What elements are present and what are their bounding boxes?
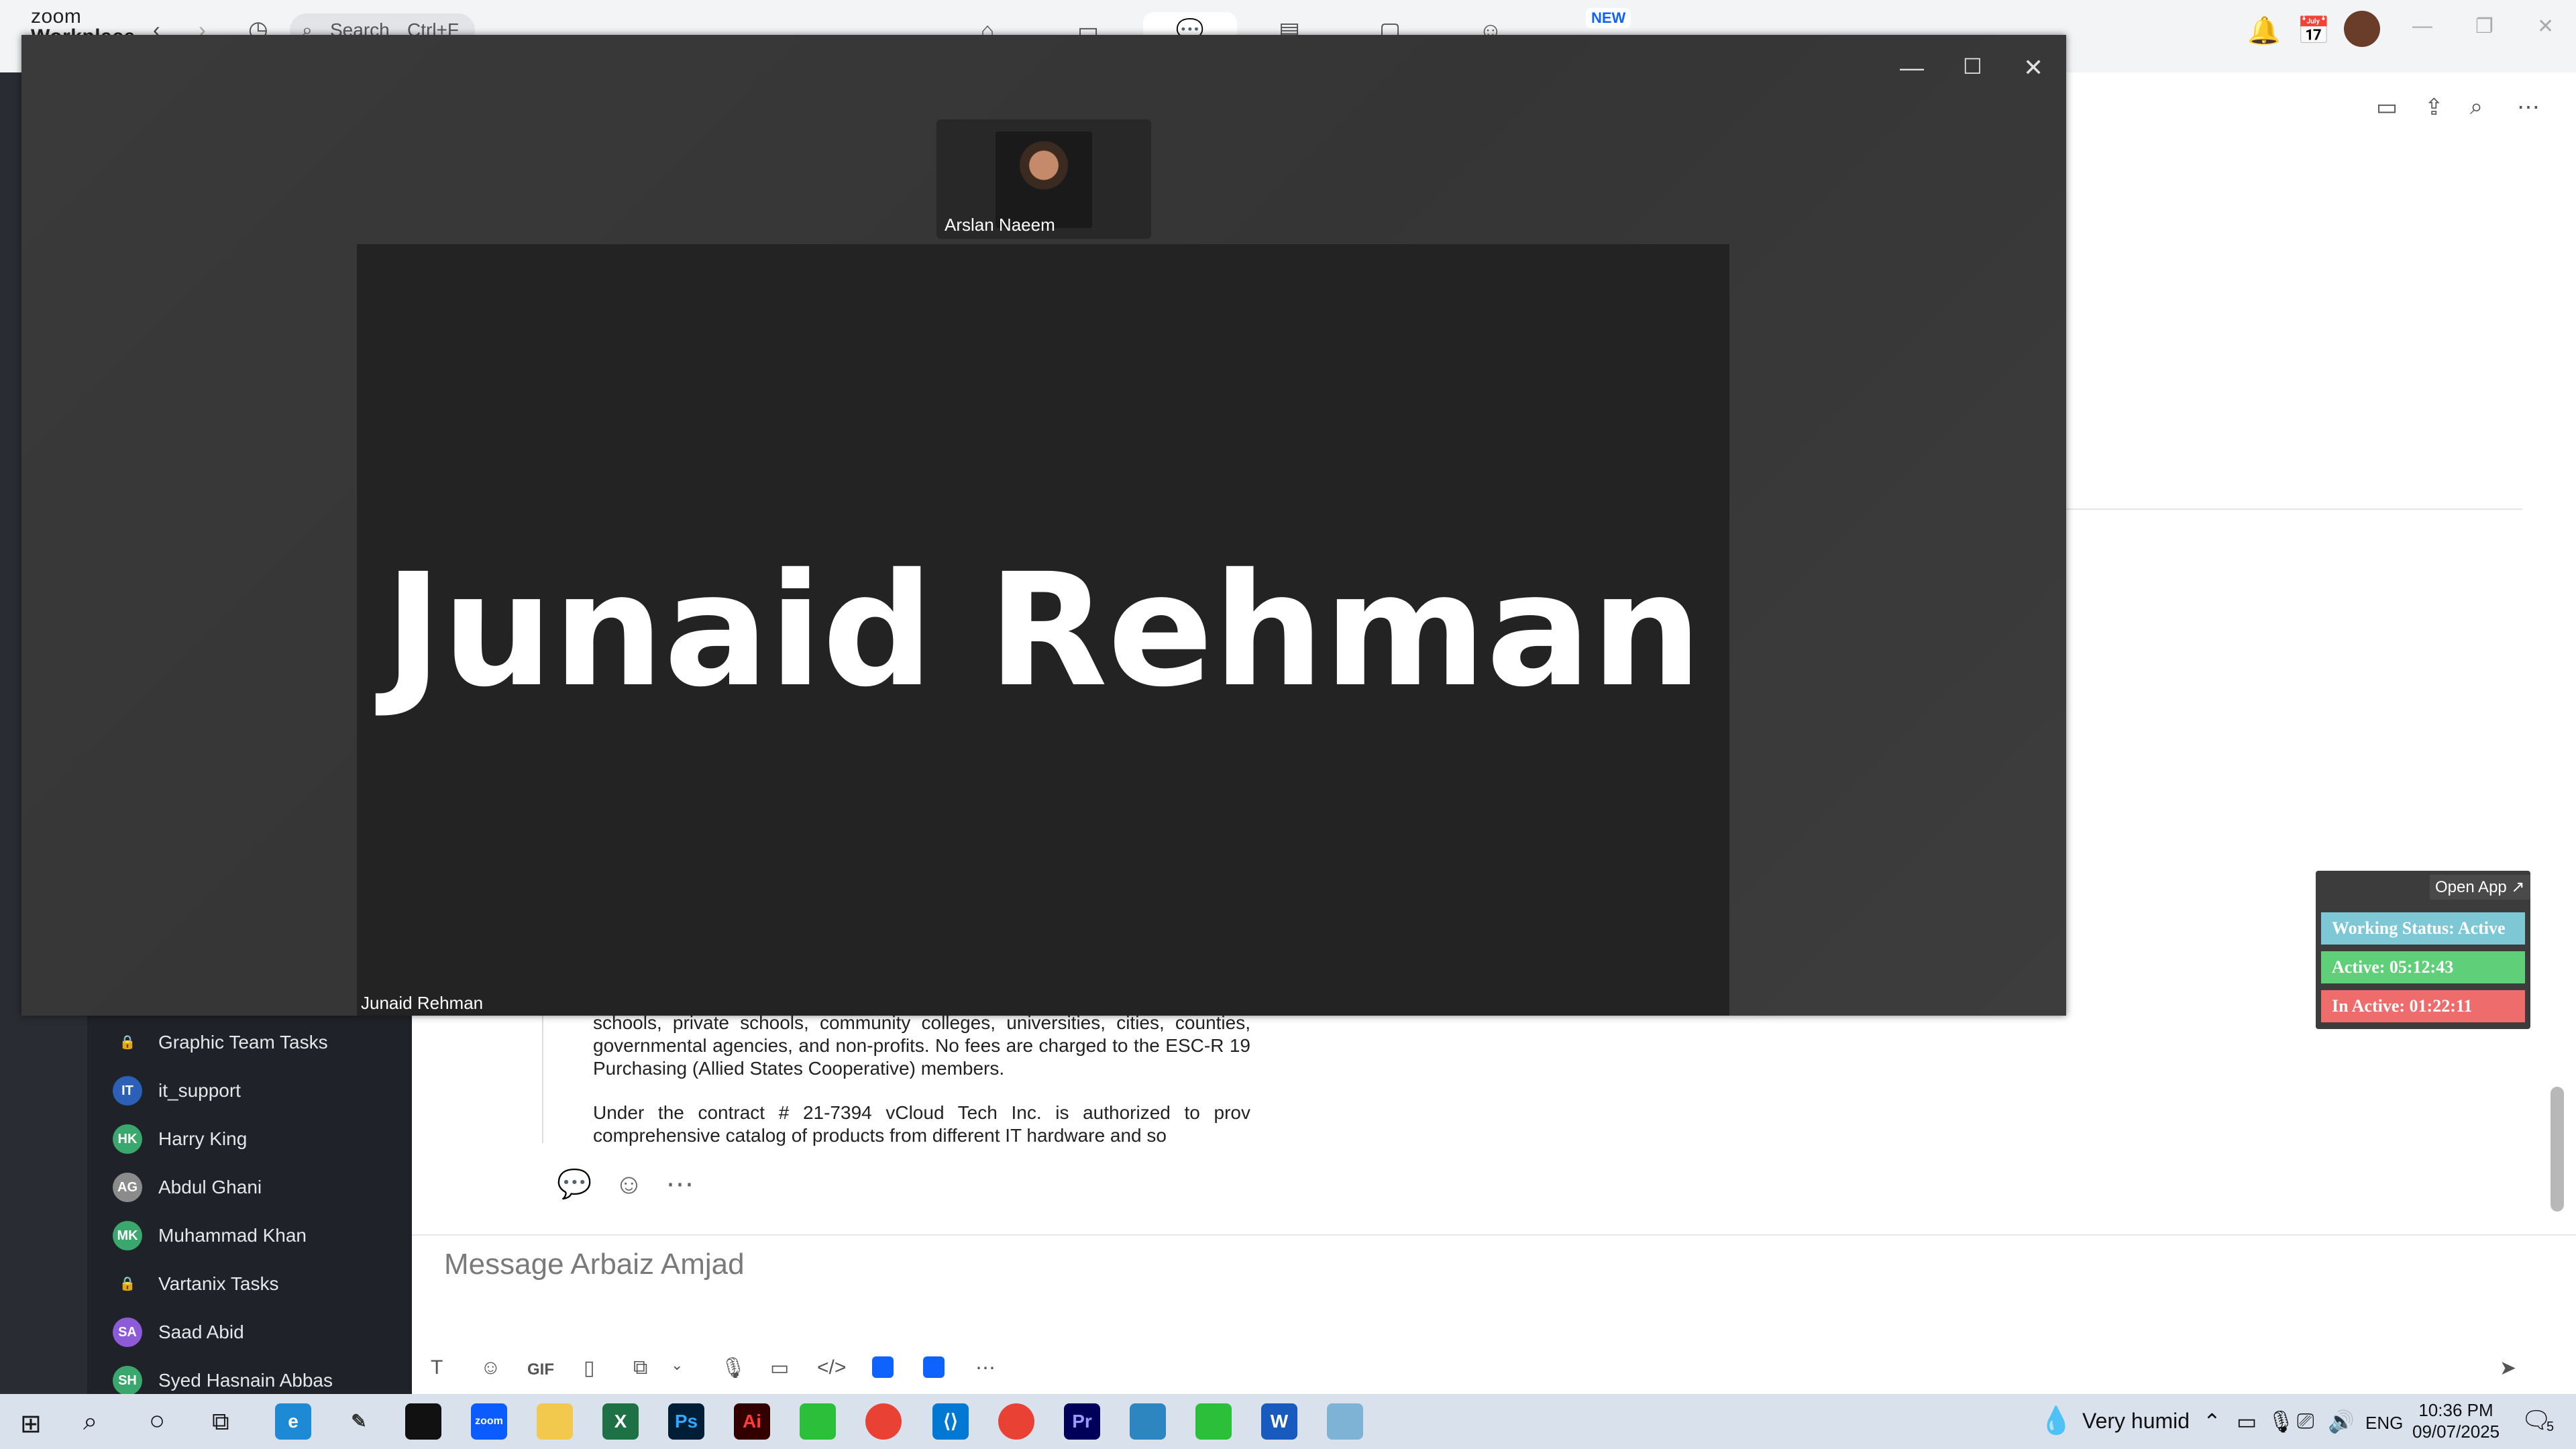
share-icon[interactable]: ⇪ bbox=[2424, 94, 2444, 121]
channel-avatar: SH bbox=[113, 1366, 142, 1395]
speaker-name-display: Junaid Rehman bbox=[384, 540, 1703, 721]
meeting-minimize-icon[interactable]: — bbox=[1900, 54, 1924, 82]
working-status: Working Status: Active bbox=[2321, 912, 2525, 945]
channel-name: Saad Abid bbox=[158, 1322, 244, 1342]
app-blue-icon[interactable] bbox=[1130, 1403, 1166, 1440]
open-app-button[interactable]: Open App ↗ bbox=[2430, 875, 2530, 900]
channel-name: Vartanix Tasks bbox=[158, 1273, 279, 1294]
channel-name: Abdul Ghani bbox=[158, 1177, 262, 1197]
channel-name: Harry King bbox=[158, 1128, 248, 1149]
quote-line bbox=[542, 1006, 543, 1143]
weather-text[interactable]: Very humid bbox=[2082, 1409, 2190, 1434]
channel-avatar: 🔒 bbox=[113, 1269, 142, 1299]
more-tools-icon[interactable]: ⋯ bbox=[975, 1356, 996, 1380]
network-icon[interactable]: ⎚ bbox=[2297, 1409, 2314, 1434]
chat-scrollbar[interactable] bbox=[2551, 1087, 2564, 1212]
channel-name: it_support bbox=[158, 1080, 241, 1101]
inactive-timer: In Active: 01:22:11 bbox=[2321, 990, 2525, 1022]
notification-count: 5 bbox=[2546, 1419, 2555, 1434]
meeting-close-icon[interactable]: ✕ bbox=[2023, 54, 2043, 82]
word-icon[interactable]: W bbox=[1261, 1403, 1297, 1440]
app-green-icon-2[interactable] bbox=[1195, 1403, 1232, 1440]
video-message-icon[interactable]: ▭ bbox=[770, 1356, 789, 1380]
more-icon[interactable]: ⋯ bbox=[666, 1168, 694, 1199]
add-reaction-icon[interactable]: ☺ bbox=[614, 1168, 643, 1199]
app-icon[interactable] bbox=[872, 1356, 894, 1378]
channel-avatar: MK bbox=[113, 1221, 142, 1250]
file-explorer-icon[interactable] bbox=[537, 1403, 573, 1440]
photoshop-icon[interactable]: Ps bbox=[668, 1403, 704, 1440]
channel-item[interactable]: 🔒 Graphic Team Tasks bbox=[113, 1018, 394, 1067]
tray-chevron-icon[interactable]: ⌃ bbox=[2203, 1409, 2221, 1434]
cortana-icon[interactable]: ○ bbox=[149, 1406, 165, 1436]
meeting-maximize-icon[interactable]: ☐ bbox=[1963, 54, 1982, 79]
channel-item[interactable]: IT it_support bbox=[113, 1067, 394, 1115]
edge-icon[interactable]: e bbox=[275, 1403, 311, 1440]
more-options-icon[interactable]: ⋯ bbox=[2517, 94, 2540, 121]
participant-photo bbox=[996, 131, 1092, 228]
channel-item[interactable]: SA Saad Abid bbox=[113, 1308, 394, 1356]
channel-avatar: AG bbox=[113, 1173, 142, 1202]
file-icon[interactable]: ▯ bbox=[584, 1356, 595, 1380]
restore-icon[interactable]: ❐ bbox=[2475, 15, 2493, 38]
task-view-icon[interactable]: ⧉ bbox=[212, 1407, 229, 1436]
new-badge: NEW bbox=[1586, 8, 1631, 28]
channel-item[interactable]: MK Muhammad Khan bbox=[113, 1212, 394, 1260]
chevron-down-icon[interactable]: ⌄ bbox=[671, 1356, 683, 1374]
user-avatar[interactable] bbox=[2344, 11, 2380, 47]
zoom-icon[interactable]: zoom bbox=[471, 1403, 507, 1440]
message-paragraph-2: Under the contract # 21-7394 vCloud Tech… bbox=[593, 1102, 1250, 1146]
reply-icon[interactable]: 💬 bbox=[557, 1168, 592, 1199]
chrome-icon-2[interactable] bbox=[998, 1403, 1034, 1440]
channel-name: Muhammad Khan bbox=[158, 1225, 307, 1246]
chrome-icon[interactable] bbox=[865, 1403, 902, 1440]
channel-item[interactable]: 🔒 Vartanix Tasks bbox=[113, 1260, 394, 1308]
app-green-icon[interactable] bbox=[800, 1403, 836, 1440]
video-call-icon[interactable]: ▭ bbox=[2376, 94, 2398, 121]
channel-avatar: IT bbox=[113, 1076, 142, 1106]
app-icon-2[interactable] bbox=[923, 1356, 945, 1378]
minimize-icon[interactable]: — bbox=[2412, 15, 2432, 38]
vscode-icon[interactable]: ⟨⟩ bbox=[932, 1403, 969, 1440]
active-timer: Active: 05:12:43 bbox=[2321, 951, 2525, 983]
message-actions: 💬 ☺ ⋯ bbox=[557, 1167, 694, 1201]
channel-item[interactable]: AG Abdul Ghani bbox=[113, 1163, 394, 1212]
premiere-icon[interactable]: Pr bbox=[1064, 1403, 1100, 1440]
divider bbox=[2065, 508, 2522, 510]
message-body: schools, private schools, community coll… bbox=[593, 1012, 1250, 1169]
clock[interactable]: 10:36 PM 09/07/2025 bbox=[2412, 1399, 2500, 1442]
search-chat-icon[interactable]: ⌕ bbox=[2470, 94, 2483, 120]
weather-icon: 💧 bbox=[2039, 1406, 2073, 1436]
meet-icon[interactable]: ▭ bbox=[2237, 1409, 2257, 1434]
message-input[interactable]: Message Arbaiz Amjad bbox=[444, 1248, 745, 1281]
emoji-icon[interactable]: ☺ bbox=[480, 1356, 501, 1379]
channel-avatar: HK bbox=[113, 1124, 142, 1154]
send-icon[interactable]: ➤ bbox=[2500, 1356, 2516, 1380]
text-format-icon[interactable]: T bbox=[431, 1356, 443, 1379]
speaker-name-label: Junaid Rehman bbox=[361, 993, 484, 1013]
start-icon[interactable]: ⊞ bbox=[20, 1409, 42, 1439]
excel-icon[interactable]: X bbox=[602, 1403, 639, 1440]
channel-name: Graphic Team Tasks bbox=[158, 1032, 328, 1053]
pen-icon[interactable]: ✎ bbox=[341, 1403, 377, 1440]
illustrator-icon[interactable]: Ai bbox=[734, 1403, 770, 1440]
calendar-icon[interactable]: 📅 bbox=[2297, 15, 2330, 46]
screenshot-icon[interactable]: ⧉ bbox=[633, 1356, 647, 1379]
channel-item[interactable]: HK Harry King bbox=[113, 1115, 394, 1163]
terminal-icon[interactable] bbox=[405, 1403, 441, 1440]
channel-avatar: 🔒 bbox=[113, 1028, 142, 1057]
close-icon[interactable]: ✕ bbox=[2537, 15, 2554, 38]
microphone-icon[interactable]: 🎙 bbox=[720, 1356, 746, 1380]
message-paragraph-1: schools, private schools, community coll… bbox=[593, 1012, 1250, 1079]
mic-tray-icon[interactable]: 🎙 bbox=[2267, 1409, 2295, 1434]
app-light-blue-icon[interactable] bbox=[1327, 1403, 1363, 1440]
search-taskbar-icon[interactable]: ⌕ bbox=[83, 1407, 97, 1436]
channel-avatar: SA bbox=[113, 1318, 142, 1347]
participant-name: Arslan Naeem bbox=[945, 215, 1055, 235]
gif-button[interactable]: GIF bbox=[527, 1360, 554, 1379]
code-snippet-icon[interactable]: </> bbox=[817, 1356, 846, 1379]
language-indicator[interactable]: ENG bbox=[2365, 1413, 2403, 1434]
volume-icon[interactable]: 🔊 bbox=[2328, 1409, 2355, 1434]
notification-bell-icon[interactable]: 🔔 bbox=[2247, 15, 2281, 46]
